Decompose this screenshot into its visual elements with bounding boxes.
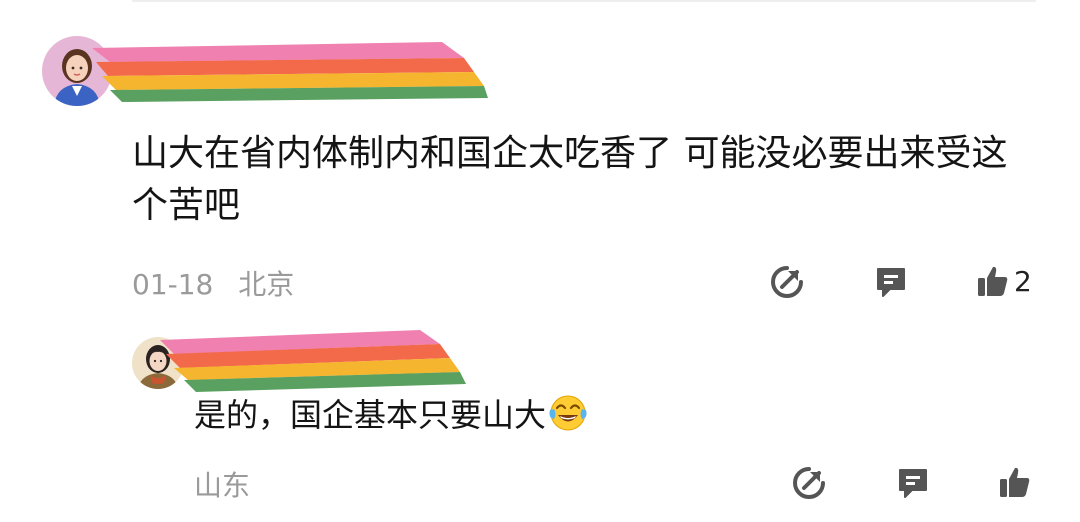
like-button[interactable]: [998, 465, 1032, 499]
redacted-username: [160, 330, 470, 392]
reply-location: 山东: [194, 469, 251, 502]
reply-text: 是的，国企基本只要山大: [194, 392, 588, 438]
reply-button[interactable]: [896, 466, 930, 500]
reply-message: 是的，国企基本只要山大: [194, 396, 547, 434]
reply-button[interactable]: [874, 265, 908, 299]
tears-of-joy-emoji: [548, 392, 588, 432]
divider: [132, 0, 1036, 2]
like-count: 2: [1014, 264, 1032, 298]
share-icon: [793, 467, 825, 499]
comment-text: 山大在省内体制内和国企太吃香了 可能没必要出来受这个苦吧: [132, 133, 1008, 226]
reply-icon: [877, 268, 905, 297]
comment-thread: 山大在省内体制内和国企太吃香了 可能没必要出来受这个苦吧 01-18 北京 2: [0, 0, 1080, 522]
comment-location: 北京: [238, 268, 295, 301]
share-icon: [771, 266, 803, 298]
comment-date: 01-18: [132, 268, 214, 301]
redacted-username: [92, 40, 492, 104]
thumbs-up-icon: [978, 266, 1008, 296]
comment-meta: 01-18 北京: [132, 263, 294, 303]
share-button[interactable]: [792, 466, 826, 500]
thumbs-up-icon: [1000, 467, 1030, 497]
like-button[interactable]: 2: [976, 264, 1032, 298]
reply-icon: [899, 469, 927, 498]
share-button[interactable]: [770, 265, 804, 299]
reply-meta: 山东: [194, 464, 250, 504]
